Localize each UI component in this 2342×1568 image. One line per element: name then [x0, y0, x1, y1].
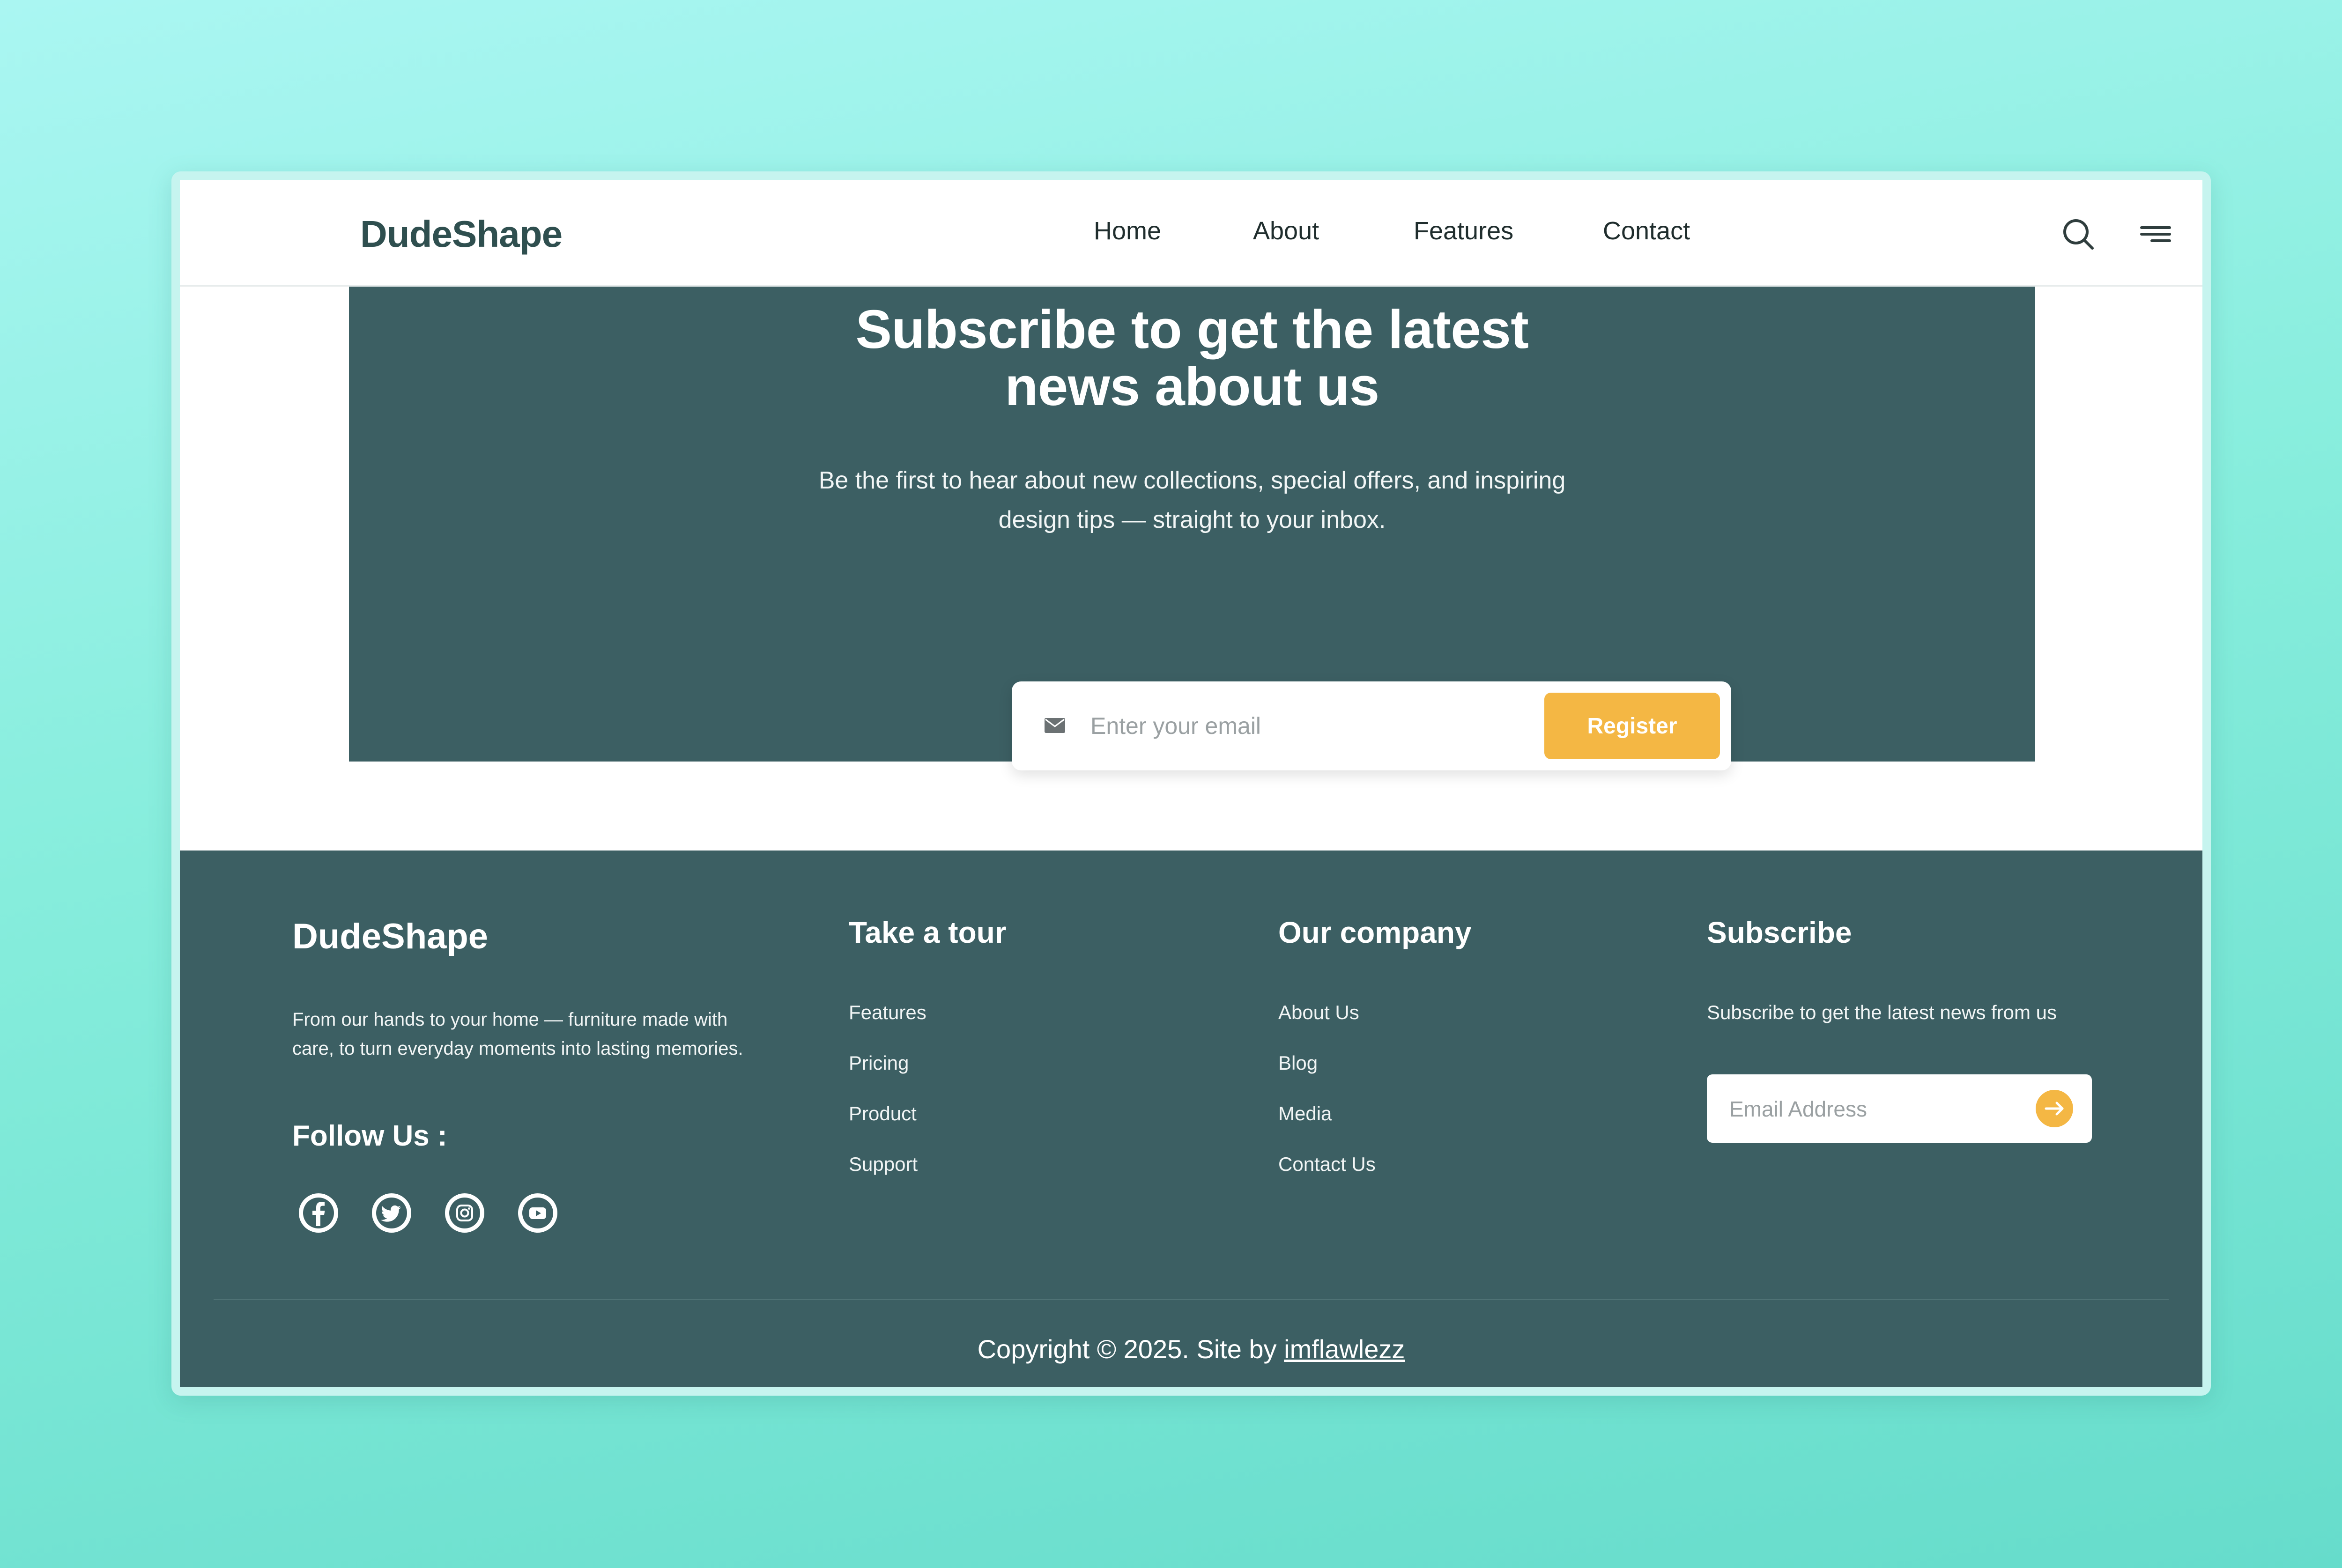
twitter-icon[interactable]	[372, 1193, 411, 1233]
main-nav: Home About Features Contact	[180, 180, 2202, 287]
arrow-right-icon	[2045, 1102, 2064, 1116]
hero-description: Be the first to hear about new collectio…	[349, 461, 2035, 540]
subscribe-hero: Subscribe to get the latest news about u…	[349, 287, 2035, 770]
company-links: About Us Blog Media Contact Us	[1278, 1001, 1376, 1204]
email-input[interactable]	[1090, 703, 1512, 749]
footer-desc-line2: care, to turn everyday moments into last…	[292, 1038, 743, 1059]
footer-link-pricing[interactable]: Pricing	[849, 1052, 926, 1102]
follow-us-title: Follow Us :	[292, 1120, 447, 1152]
facebook-icon[interactable]	[299, 1193, 338, 1233]
hero-title: Subscribe to get the latest news about u…	[349, 301, 2035, 415]
footer-link-blog[interactable]: Blog	[1278, 1052, 1376, 1102]
footer-subscribe-text: Subscribe to get the latest news from us	[1707, 1001, 2057, 1023]
footer-subscribe-button[interactable]	[2036, 1090, 2073, 1127]
tour-title: Take a tour	[849, 916, 1007, 949]
hero-title-line1: Subscribe to get the latest	[855, 299, 1529, 360]
footer-divider	[214, 1299, 2169, 1300]
footer-subscribe-title: Subscribe	[1707, 916, 1852, 949]
copyright-text: Copyright © 2025. Site by	[977, 1334, 1277, 1364]
register-button[interactable]: Register	[1544, 693, 1720, 759]
nav-contact[interactable]: Contact	[1603, 216, 1690, 245]
search-icon[interactable]	[2060, 216, 2096, 252]
menu-icon[interactable]	[2138, 216, 2173, 252]
footer-desc-line1: From our hands to your home — furniture …	[292, 1009, 728, 1030]
nav-home[interactable]: Home	[1094, 216, 1161, 245]
footer-email-input[interactable]	[1729, 1086, 2020, 1132]
subscribe-form: Register	[1012, 681, 1731, 770]
browser-frame: DudeShape Home About Features Contact Su…	[171, 171, 2211, 1396]
author-link[interactable]: imflawlezz	[1284, 1334, 1405, 1364]
nav-about[interactable]: About	[1253, 216, 1319, 245]
company-title: Our company	[1278, 916, 1472, 949]
mail-icon	[1044, 716, 1066, 735]
copyright: Copyright © 2025. Site by imflawlezz	[180, 1334, 2202, 1364]
site-header: DudeShape Home About Features Contact	[180, 180, 2202, 287]
tour-links: Features Pricing Product Support	[849, 1001, 926, 1204]
hero-desc-line1: Be the first to hear about new collectio…	[818, 467, 1566, 494]
hero-title-line2: news about us	[1005, 356, 1379, 417]
web-page: DudeShape Home About Features Contact Su…	[180, 180, 2202, 1387]
footer-link-support[interactable]: Support	[849, 1153, 926, 1204]
youtube-icon[interactable]	[518, 1193, 557, 1233]
footer-description: From our hands to your home — furniture …	[292, 1005, 798, 1063]
site-footer: DudeShape From our hands to your home — …	[180, 851, 2202, 1387]
footer-link-media[interactable]: Media	[1278, 1102, 1376, 1153]
footer-link-features[interactable]: Features	[849, 1001, 926, 1052]
hero-desc-line2: design tips — straight to your inbox.	[998, 506, 1386, 533]
footer-link-product[interactable]: Product	[849, 1102, 926, 1153]
nav-features[interactable]: Features	[1414, 216, 1513, 245]
footer-logo[interactable]: DudeShape	[292, 916, 488, 957]
footer-link-about-us[interactable]: About Us	[1278, 1001, 1376, 1052]
instagram-icon[interactable]	[445, 1193, 484, 1233]
footer-link-contact-us[interactable]: Contact Us	[1278, 1153, 1376, 1204]
footer-subscribe-form	[1707, 1074, 2092, 1143]
